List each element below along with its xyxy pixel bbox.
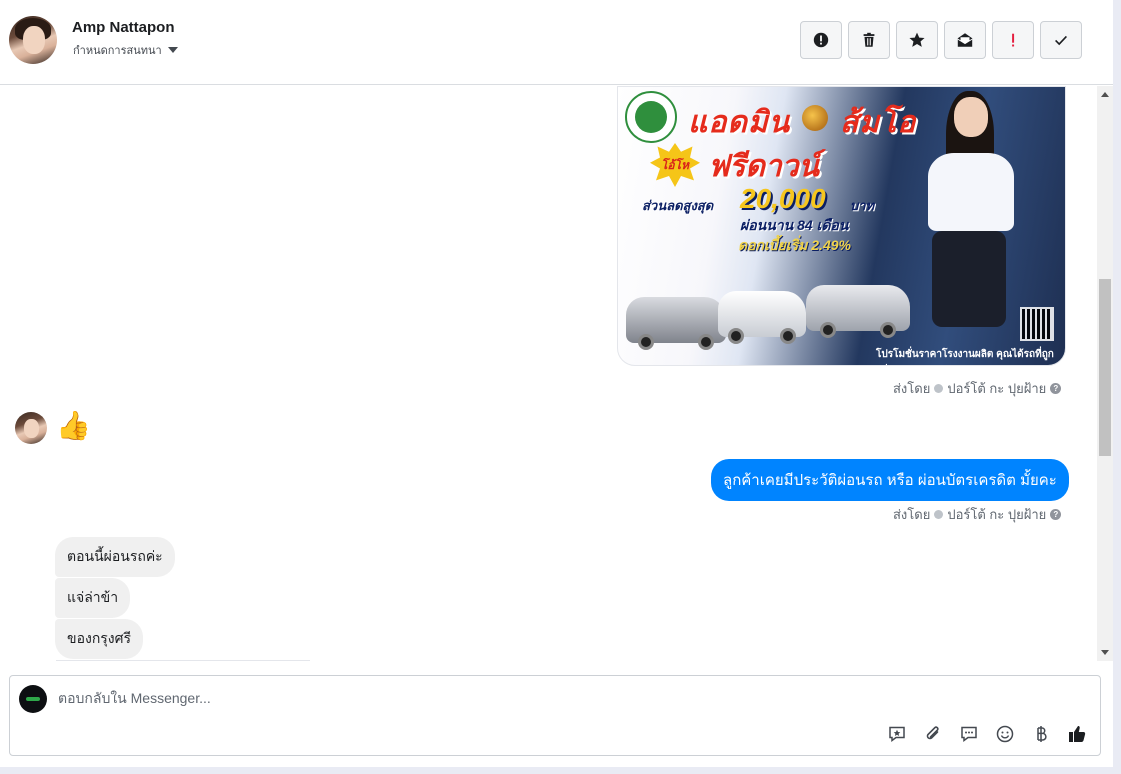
follow-up-button[interactable] [992,21,1034,59]
promo-title-2: ส้มโอ [840,106,917,139]
emoji-button[interactable] [994,723,1016,745]
checkmark-icon [1055,35,1067,46]
promo-badge-text: โอ้โห [660,157,689,172]
chevron-down-icon [167,47,178,53]
thumbs-up-reaction: 👍 [56,410,91,441]
scroll-down-icon[interactable] [1101,650,1109,655]
mark-unread-button[interactable] [944,21,986,59]
quick-reply-button[interactable] [958,723,980,745]
promo-discount-amount: 20,000 [740,183,826,214]
star-button[interactable] [896,21,938,59]
header-toolbar [800,21,1082,59]
alert-circle-icon [813,32,829,48]
incoming-message[interactable]: ตอนนี้ผ่อนรถค่ะ [55,537,175,577]
incoming-message[interactable]: ของกรุงศรี [55,619,144,659]
assign-label: กำหนดการสนทนา [73,45,162,57]
star-icon [909,32,925,47]
conversation-header: Amp Nattapon กำหนดการสนทนา [0,0,1113,85]
snail-icon [802,105,828,131]
sent-by-prefix: ส่งโดย [893,507,931,522]
promo-currency: บาท [850,198,875,213]
contact-avatar-small[interactable] [15,412,47,444]
trash-icon [863,32,875,47]
verified-icon [934,384,944,393]
outgoing-message[interactable]: ลูกค้าเคยมีประวัติผ่อนรถ หรือ ผ่อนบัตรเค… [711,459,1069,501]
message-thread[interactable]: แอดมิน ส้มโอ โอ้โห ฟรีดาวน์ ส่วนลดสูงสุด… [0,86,1097,661]
page-avatar [19,685,47,713]
reply-composer[interactable] [9,675,1101,756]
car-truck-image [806,285,910,338]
sent-by-label-2: ส่งโดย ปอร์โต้ กะ ปุยฝ้าย ? [893,504,1062,525]
dealer-logo [625,91,677,143]
qr-code [1020,307,1054,341]
scroll-up-icon[interactable] [1101,92,1109,97]
assign-conversation-dropdown[interactable]: กำหนดการสนทนา [73,41,178,59]
chat-bubble-icon [961,726,977,742]
emoji-icon [996,725,1014,743]
spam-button[interactable] [800,21,842,59]
sent-by-name: ปอร์โต้ กะ ปุยฝ้าย [947,507,1047,522]
help-icon[interactable]: ? [1050,509,1062,520]
delete-button[interactable] [848,21,890,59]
promo-title: แอดมิน [688,106,791,139]
saved-reply-button[interactable] [886,723,908,745]
sent-by-label: ส่งโดย ปอร์โต้ กะ ปุยฝ้าย ? [893,378,1062,399]
like-icon [1069,726,1086,742]
mark-unread-icon [957,33,973,47]
partial-message-edge [56,660,310,661]
baht-icon [1037,726,1047,742]
sent-by-prefix: ส่งโดย [893,381,931,396]
payment-button[interactable] [1030,723,1052,745]
promo-badge: โอ้โห [650,143,700,187]
car-pickup-image [718,291,806,344]
promo-interest: ดอกเบี้ยเริ่ม 2.49% [738,237,851,253]
inbox-panel: Amp Nattapon กำหนดการสนทนา แอดมิน ส้มโอ … [0,0,1113,767]
car-sedan-image [626,297,726,350]
attachment-icon [926,726,939,740]
promo-model-photo [910,91,1060,341]
sent-by-name: ปอร์โต้ กะ ปุยฝ้าย [947,381,1047,396]
done-button[interactable] [1040,21,1082,59]
thread-scrollbar[interactable] [1097,86,1113,661]
send-like-button[interactable] [1066,723,1088,745]
verified-icon [934,510,944,519]
promo-image-message[interactable]: แอดมิน ส้มโอ โอ้โห ฟรีดาวน์ ส่วนลดสูงสุด… [617,86,1066,366]
composer-actions [886,723,1088,745]
scroll-thumb[interactable] [1099,279,1111,456]
promo-installments: ผ่อนนาน 84 เดือน [740,217,849,233]
promo-footer: โปรโมชั่นราคาโรงงานผลิต คุณได้รถที่ถูกกว… [876,349,1054,365]
contact-avatar[interactable] [9,16,57,64]
reply-input[interactable] [58,690,658,706]
incoming-message[interactable]: แจ่ล่าข้า [55,578,131,618]
contact-name[interactable]: Amp Nattapon [72,19,175,36]
exclamation-icon [1012,33,1015,47]
help-icon[interactable]: ? [1050,383,1062,394]
promo-discount-label: ส่วนลดสูงสุด [642,198,714,213]
saved-reply-icon [889,726,905,742]
attachment-button[interactable] [922,723,944,745]
